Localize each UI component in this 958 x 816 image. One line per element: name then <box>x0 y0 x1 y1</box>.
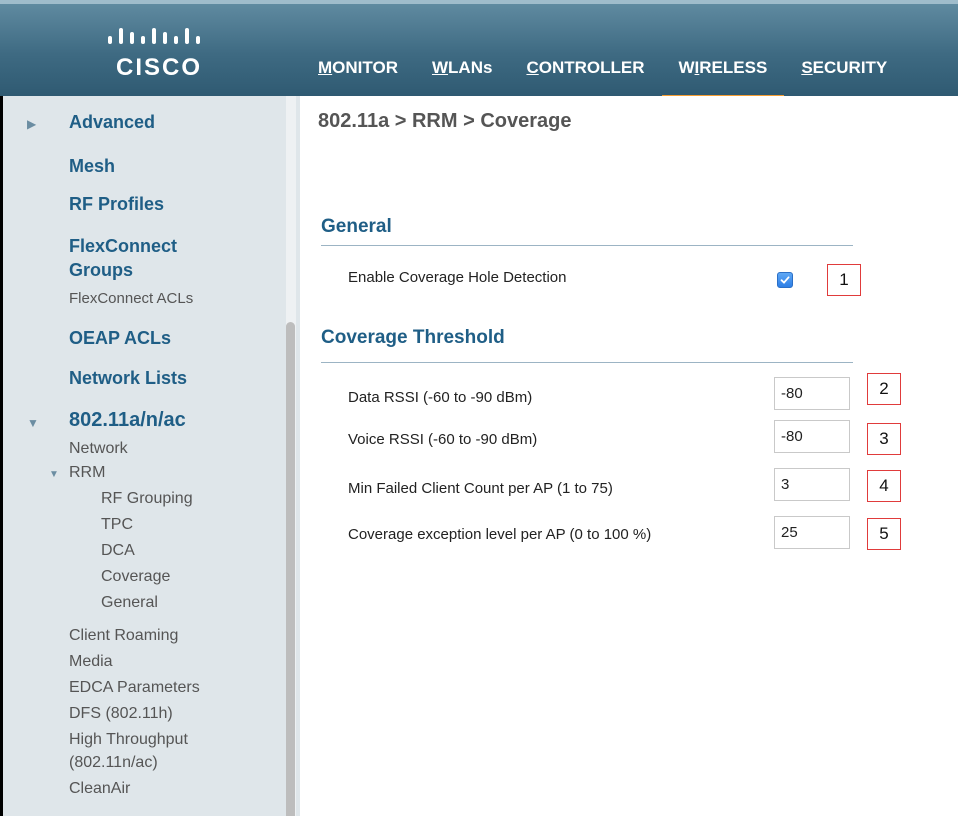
sidebar-scrollbar-thumb[interactable] <box>286 322 295 816</box>
min-failed-client-count-input[interactable] <box>774 468 850 501</box>
sidebar-item-flexconnect-groups-2[interactable]: Groups <box>69 260 133 281</box>
sidebar-item-client-roaming[interactable]: Client Roaming <box>69 627 178 645</box>
sidebar-item-network-lists[interactable]: Network Lists <box>69 368 187 389</box>
sidebar-item-oeap-acls[interactable]: OEAP ACLs <box>69 328 171 349</box>
nav-wlans[interactable]: WLANs <box>415 58 509 100</box>
page-title: 802.11a > RRM > Coverage <box>318 110 572 132</box>
nav-monitor[interactable]: MONITOR <box>312 58 415 100</box>
coverage-exception-level-label: Coverage exception level per AP (0 to 10… <box>348 526 652 543</box>
sidebar-item-mesh[interactable]: Mesh <box>69 156 115 177</box>
callout-1: 1 <box>827 264 861 296</box>
sidebar-item-80211anac[interactable]: 802.11a/n/ac <box>69 409 186 432</box>
sidebar-item-coverage[interactable]: Coverage <box>101 568 170 586</box>
sidebar-item-high-throughput-2[interactable]: (802.11n/ac) <box>69 754 158 772</box>
data-rssi-label: Data RSSI (-60 to -90 dBm) <box>348 389 533 406</box>
callout-4: 4 <box>867 470 901 502</box>
rrm-collapse-icon[interactable]: ▼ <box>49 469 59 480</box>
sidebar-item-edca-parameters[interactable]: EDCA Parameters <box>69 679 200 697</box>
section-general-title: General <box>321 216 392 237</box>
checkmark-icon <box>780 276 790 284</box>
nav-wireless[interactable]: WIRELESS <box>661 58 785 100</box>
data-rssi-input[interactable] <box>774 377 850 410</box>
sidebar-item-high-throughput[interactable]: High Throughput <box>69 731 188 749</box>
coverage-exception-level-input[interactable] <box>774 516 850 549</box>
min-failed-client-count-label: Min Failed Client Count per AP (1 to 75) <box>348 480 613 497</box>
enable-coverage-hole-checkbox[interactable] <box>777 272 793 288</box>
sidebar-item-dfs[interactable]: DFS (802.11h) <box>69 705 173 723</box>
sidebar-item-flexconnect-groups[interactable]: FlexConnect <box>69 236 177 257</box>
enable-coverage-hole-label: Enable Coverage Hole Detection <box>348 269 567 286</box>
callout-2: 2 <box>867 373 901 405</box>
sidebar-item-rrm[interactable]: RRM <box>69 464 105 482</box>
section-divider <box>321 362 853 363</box>
sidebar-item-flexconnect-acls[interactable]: FlexConnect ACLs <box>69 290 193 307</box>
sidebar-item-dca[interactable]: DCA <box>101 542 135 560</box>
sidebar-item-network[interactable]: Network <box>69 440 128 458</box>
top-header: CISCO MONITOR WLANs CONTROLLER WIRELESS … <box>0 0 958 100</box>
cisco-logo-text: CISCO <box>115 54 202 81</box>
sidebar-item-advanced[interactable]: Advanced <box>69 112 155 133</box>
section-divider <box>321 245 853 246</box>
main-nav: MONITOR WLANs CONTROLLER WIRELESS SECURI… <box>312 58 904 100</box>
sidebar: ▶ Advanced Mesh RF Profiles FlexConnect … <box>0 96 300 816</box>
sidebar-item-tpc[interactable]: TPC <box>101 516 133 534</box>
sidebar-item-rf-grouping[interactable]: RF Grouping <box>101 490 193 508</box>
nav-security[interactable]: SECURITY <box>784 58 904 100</box>
collapse-triangle-icon[interactable]: ▼ <box>27 416 39 430</box>
callout-5: 5 <box>867 518 901 550</box>
expand-triangle-icon[interactable]: ▶ <box>27 117 36 131</box>
sidebar-item-rf-profiles[interactable]: RF Profiles <box>69 194 164 215</box>
main-content: 802.11a > RRM > Coverage General Enable … <box>300 96 958 816</box>
cisco-bars-icon <box>108 28 200 44</box>
voice-rssi-label: Voice RSSI (-60 to -90 dBm) <box>348 431 538 448</box>
nav-controller[interactable]: CONTROLLER <box>509 58 661 100</box>
callout-3: 3 <box>867 423 901 455</box>
sidebar-item-cleanair[interactable]: CleanAir <box>69 780 130 798</box>
sidebar-item-general[interactable]: General <box>101 594 158 612</box>
section-coverage-threshold-title: Coverage Threshold <box>321 327 505 348</box>
sidebar-item-media[interactable]: Media <box>69 653 113 671</box>
cisco-logo[interactable]: CISCO <box>94 22 224 84</box>
voice-rssi-input[interactable] <box>774 420 850 453</box>
